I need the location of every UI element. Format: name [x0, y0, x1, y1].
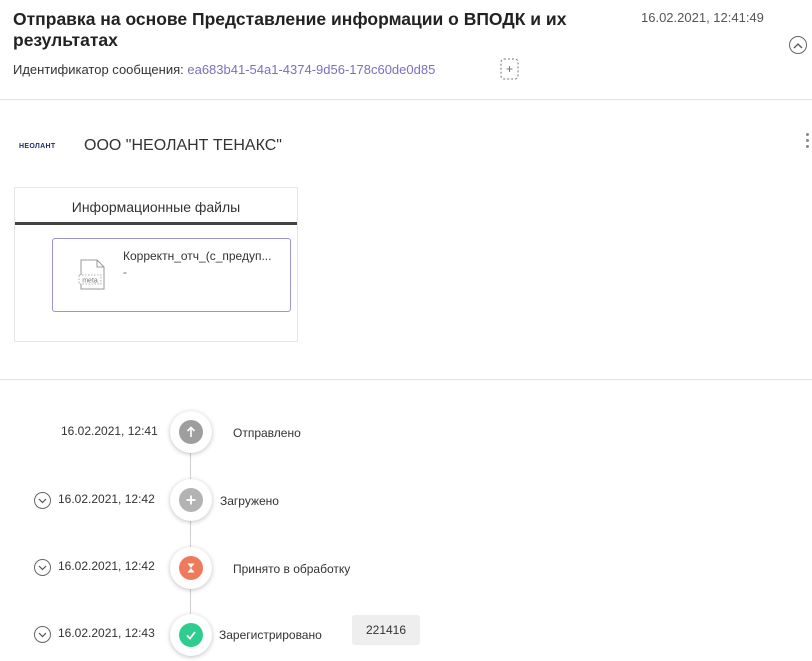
file-name: Корректн_отч_(с_предуп...: [123, 249, 272, 263]
event-node: [170, 614, 212, 656]
event-date: 16.02.2021, 12:42: [58, 559, 155, 573]
event-label: Зарегистрировано: [219, 628, 322, 642]
hourglass-icon: [179, 556, 203, 580]
org-name: ООО "НЕОЛАНТ ТЕНАКС": [84, 137, 282, 154]
message-datetime: 16.02.2021, 12:41:49: [641, 10, 764, 25]
divider: [0, 99, 812, 100]
registration-number-badge: 221416: [352, 615, 420, 645]
event-label: Загружено: [220, 494, 279, 508]
chevron-down-icon: [38, 565, 47, 570]
timeline-line: [190, 433, 191, 633]
page-title: Отправка на основе Представление информа…: [13, 9, 567, 50]
event-date: 16.02.2021, 12:43: [58, 626, 155, 640]
event-date: 16.02.2021, 12:41: [61, 424, 158, 438]
expand-button[interactable]: [34, 626, 51, 643]
event-node: [170, 411, 212, 453]
divider: [0, 379, 812, 380]
plus-icon: [179, 488, 203, 512]
copy-icon[interactable]: [500, 58, 519, 80]
chevron-up-icon: [793, 42, 803, 48]
event-date: 16.02.2021, 12:42: [58, 492, 155, 506]
file-sub: -: [123, 265, 127, 279]
event-node: [170, 547, 212, 589]
message-id-row: Идентификатор сообщения: ea683b41-54a1-4…: [13, 62, 435, 77]
chevron-down-icon: [38, 632, 47, 637]
collapse-button[interactable]: [789, 36, 807, 54]
files-card: Информационные файлы meta Корректн_отч_(…: [14, 187, 298, 342]
expand-button[interactable]: [34, 559, 51, 576]
event-node: [170, 479, 212, 521]
org-logo: НЕОЛАНТ: [19, 143, 56, 150]
message-id-value[interactable]: ea683b41-54a1-4374-9d56-178c60de0d85: [187, 62, 435, 77]
arrow-up-icon: [179, 420, 203, 444]
chevron-down-icon: [38, 498, 47, 503]
message-id-label: Идентификатор сообщения:: [13, 62, 184, 77]
tab-information-files[interactable]: Информационные файлы: [15, 188, 297, 225]
file-meta-icon: meta: [78, 259, 106, 291]
more-menu-icon[interactable]: [806, 133, 810, 153]
event-label: Отправлено: [233, 426, 301, 440]
file-tile[interactable]: meta Корректн_отч_(с_предуп... -: [52, 238, 291, 312]
check-icon: [179, 623, 203, 647]
file-icon-label: meta: [82, 278, 98, 285]
event-label: Принято в обработку: [233, 562, 351, 576]
expand-button[interactable]: [34, 492, 51, 509]
